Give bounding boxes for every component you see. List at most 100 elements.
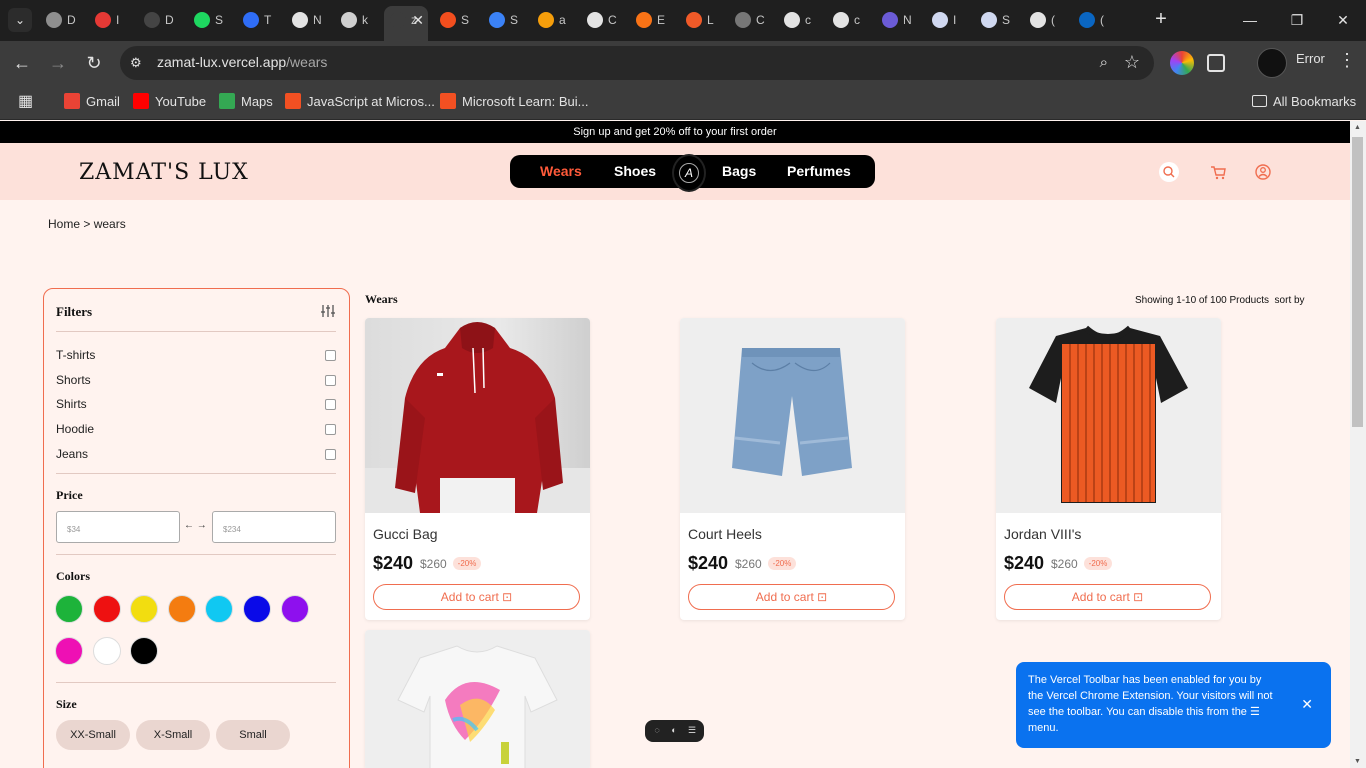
tab-search-button[interactable]: ⌄ xyxy=(8,8,32,32)
bookmark-item[interactable]: YouTube xyxy=(133,92,206,112)
browser-tab[interactable]: c xyxy=(827,6,875,34)
tab-close-icon[interactable]: ✕ xyxy=(412,12,424,29)
filter-option[interactable]: Jeans xyxy=(56,447,336,463)
new-tab-button[interactable]: + xyxy=(1150,8,1172,32)
filter-checkbox[interactable] xyxy=(325,374,336,386)
scrollbar-thumb[interactable] xyxy=(1352,137,1363,427)
browser-tab[interactable]: z ✕ xyxy=(384,6,428,41)
size-x-small[interactable]: X-Small xyxy=(136,720,210,750)
nav-bags[interactable]: Bags xyxy=(722,163,756,179)
chrome-menu-icon[interactable]: ⋮ xyxy=(1338,50,1356,71)
price-max-input[interactable]: $234 xyxy=(212,511,336,543)
bookmark-item[interactable]: Gmail xyxy=(64,92,120,112)
color-swatch[interactable] xyxy=(280,595,309,623)
browser-tab[interactable]: I xyxy=(89,6,137,34)
product-image-graphic-tee[interactable] xyxy=(365,630,590,768)
site-info-icon[interactable]: ⚙ xyxy=(130,55,146,71)
add-to-cart-button[interactable]: Add to cart ⊡ xyxy=(688,584,895,610)
color-swatch[interactable] xyxy=(130,637,159,665)
profile-error-status[interactable]: Error xyxy=(1296,51,1325,66)
menu-icon[interactable]: ☰ xyxy=(687,725,697,735)
reload-button[interactable]: ↻ xyxy=(82,51,106,75)
close-window-button[interactable]: ✕ xyxy=(1329,8,1357,32)
account-icon[interactable] xyxy=(1252,161,1274,183)
browser-tab[interactable]: D xyxy=(138,6,186,34)
browser-tab[interactable]: S xyxy=(188,6,236,34)
browser-tab[interactable]: I xyxy=(926,6,974,34)
browser-tab[interactable]: N xyxy=(876,6,924,34)
nav-shoes[interactable]: Shoes xyxy=(614,163,656,179)
product-card[interactable]: Jordan VIII's $240 $260 -20% Add to cart… xyxy=(996,318,1221,620)
product-card[interactable]: Court Heels $240 $260 -20% Add to cart ⊡ xyxy=(680,318,905,620)
color-extension-icon[interactable] xyxy=(1170,51,1194,75)
bookmark-star-icon[interactable]: ☆ xyxy=(1124,52,1140,73)
filter-adjust-icon[interactable] xyxy=(320,303,336,319)
filter-checkbox[interactable] xyxy=(325,399,336,411)
close-icon[interactable]: ✕ xyxy=(1301,696,1313,712)
color-swatch[interactable] xyxy=(55,595,83,623)
search-icon[interactable] xyxy=(1158,161,1180,183)
product-image-red-hoodie[interactable] xyxy=(365,318,590,513)
comment-icon[interactable]: ◌ xyxy=(652,725,662,735)
bookmark-item[interactable]: JavaScript at Micros... xyxy=(285,92,435,112)
product-name[interactable]: Gucci Bag xyxy=(373,526,438,542)
nav-wears[interactable]: Wears xyxy=(540,163,582,179)
browser-tab[interactable]: L xyxy=(680,6,728,34)
color-swatch[interactable] xyxy=(205,595,234,623)
sort-by-control[interactable]: sort by xyxy=(1275,295,1305,306)
page-scrollbar[interactable]: ▲ ▼ xyxy=(1350,121,1366,768)
browser-tab[interactable]: k xyxy=(335,6,383,34)
browser-tab[interactable]: C xyxy=(729,6,777,34)
add-to-cart-button[interactable]: Add to cart ⊡ xyxy=(1004,584,1211,610)
filter-option[interactable]: Shirts xyxy=(56,397,336,413)
browser-tab[interactable]: S xyxy=(483,6,531,34)
filter-option[interactable]: T-shirts xyxy=(56,348,336,364)
filter-option[interactable]: Shorts xyxy=(56,373,336,389)
restore-button[interactable]: ❐ xyxy=(1283,8,1311,32)
bookmark-item[interactable]: Maps xyxy=(219,92,273,112)
browser-tab[interactable]: a xyxy=(532,6,580,34)
product-name[interactable]: Court Heels xyxy=(688,526,762,542)
vercel-toolbar[interactable]: ◌ ◐ ☰ xyxy=(645,720,704,742)
apps-grid-icon[interactable]: ▦ xyxy=(18,92,33,112)
profile-avatar[interactable] xyxy=(1257,48,1287,78)
browser-tab[interactable]: N xyxy=(286,6,334,34)
browser-tab[interactable]: D xyxy=(40,6,88,34)
zoom-icon[interactable]: ⌕ xyxy=(1100,54,1108,71)
product-image-orange-striped-tee[interactable] xyxy=(996,318,1221,513)
color-swatch[interactable] xyxy=(92,595,121,623)
url-text[interactable]: zamat-lux.vercel.app/wears xyxy=(157,54,327,70)
browser-tab[interactable]: c xyxy=(778,6,826,34)
product-image-denim-shorts[interactable] xyxy=(680,318,905,513)
filter-checkbox[interactable] xyxy=(325,448,336,460)
add-to-cart-button[interactable]: Add to cart ⊡ xyxy=(373,584,580,610)
scroll-up-icon[interactable]: ▲ xyxy=(1354,124,1361,131)
address-bar[interactable]: ⚙ zamat-lux.vercel.app/wears ⌕ ☆ xyxy=(120,46,1154,80)
price-min-input[interactable]: $34 xyxy=(56,511,180,543)
color-swatch[interactable] xyxy=(130,595,159,623)
all-bookmarks-folder[interactable]: All Bookmarks xyxy=(1252,92,1356,112)
filter-checkbox[interactable] xyxy=(325,350,336,361)
product-name[interactable]: Jordan VIII's xyxy=(1004,526,1081,542)
browser-tab[interactable]: T xyxy=(237,6,285,34)
browser-tab[interactable]: ( xyxy=(1024,6,1072,34)
forward-button[interactable]: → xyxy=(46,51,70,75)
browser-tab[interactable]: C xyxy=(581,6,629,34)
browser-tab[interactable]: S xyxy=(975,6,1023,34)
color-swatch[interactable] xyxy=(92,637,121,665)
toggle-icon[interactable]: ◐ xyxy=(669,725,679,735)
browser-tab[interactable]: E xyxy=(630,6,678,34)
cart-icon[interactable] xyxy=(1207,161,1229,183)
color-swatch[interactable] xyxy=(167,595,196,623)
nav-perfumes[interactable]: Perfumes xyxy=(787,163,851,179)
bookmark-item[interactable]: Microsoft Learn: Bui... xyxy=(440,92,588,112)
size-xx-small[interactable]: XX-Small xyxy=(56,720,130,750)
extensions-puzzle-icon[interactable] xyxy=(1207,54,1225,72)
product-card[interactable] xyxy=(365,630,590,768)
size-small[interactable]: Small xyxy=(216,720,290,750)
browser-tab[interactable]: S xyxy=(434,6,482,34)
site-logo[interactable]: ZAMAT'S LUX xyxy=(79,160,249,185)
back-button[interactable]: ← xyxy=(10,51,34,75)
color-swatch[interactable] xyxy=(243,595,271,623)
color-swatch[interactable] xyxy=(55,637,83,665)
